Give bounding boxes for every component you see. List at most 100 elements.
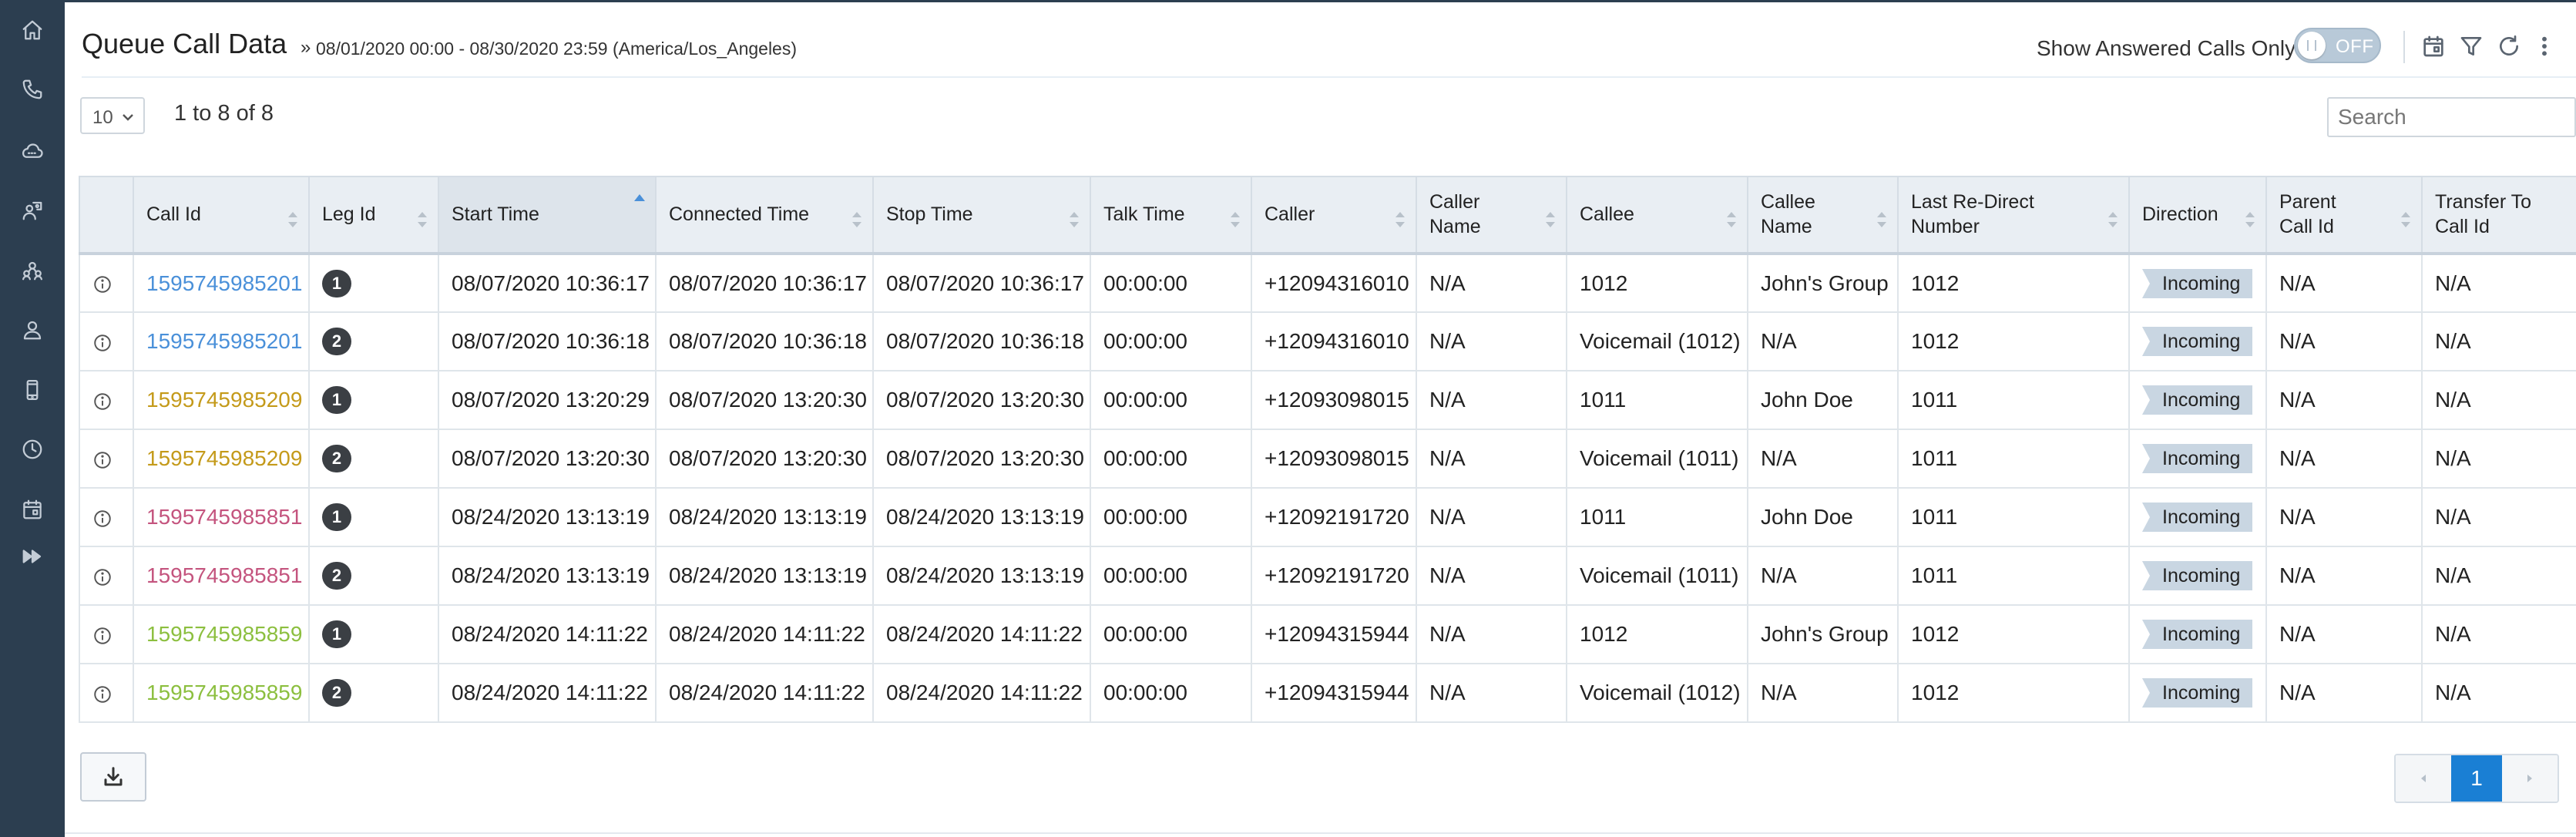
search-input[interactable] [2327,97,2576,137]
call-data-table: Call Id Leg Id Start Time Connected Time… [79,176,2576,723]
calendar-icon[interactable] [17,494,48,525]
cell-direction: Incoming [2128,370,2267,430]
table-row[interactable]: 1595745985209 2 08/07/2020 13:20:30 08/07/2… [79,429,2576,489]
cell-start-time: 08/07/2020 10:36:18 [438,311,657,371]
page-title: Queue Call Data [82,28,287,59]
cell-transfer-to: N/A [2421,546,2576,606]
user-icon[interactable] [17,314,48,345]
call-id-link[interactable]: 1595745985209 [146,388,302,412]
group-icon[interactable] [17,255,48,286]
next-page-button[interactable] [2502,755,2558,802]
cell-stop-time: 08/07/2020 10:36:18 [872,311,1091,371]
pagination: 1 [2394,754,2559,803]
call-id-link[interactable]: 1595745985859 [146,681,302,704]
cell-leg-id: 2 [308,311,439,371]
column-header-last-redirect[interactable]: Last Re-Direct Number [1897,176,2130,254]
cell-caller: +12093098015 [1251,370,1417,430]
cell-leg-id: 1 [308,487,439,547]
info-icon[interactable] [92,509,113,529]
calendar-picker-icon[interactable] [2418,31,2449,62]
table-row[interactable]: 1595745985859 1 08/24/2020 14:11:22 08/24/2… [79,604,2576,664]
clock-icon[interactable] [17,434,48,465]
call-id-link[interactable]: 1595745985201 [146,271,302,295]
column-header-start-time[interactable]: Start Time [438,176,657,254]
column-header-callee-name[interactable]: Callee Name [1747,176,1899,254]
call-data-table-wrapper: Call Id Leg Id Start Time Connected Time… [79,176,2576,723]
direction-tag: Incoming [2142,327,2253,356]
info-icon[interactable] [92,567,113,587]
cell-direction: Incoming [2128,487,2267,547]
info-icon[interactable] [92,684,113,704]
cell-last-redirect: 1012 [1897,311,2130,371]
cell-leg-id: 2 [308,546,439,606]
cell-callee: 1012 [1566,604,1748,664]
cell-callee: 1011 [1566,370,1748,430]
cell-call-id: 1595745985851 [133,487,310,547]
refresh-icon[interactable] [2494,31,2524,62]
column-label: Start Time [452,203,539,225]
table-row[interactable]: 1595745985201 1 08/07/2020 10:36:17 08/07/2… [79,253,2576,313]
page-size-select[interactable]: 10 [80,97,145,134]
column-header-call-id[interactable]: Call Id [133,176,310,254]
info-icon[interactable] [92,274,113,294]
cloud-icon[interactable] [17,135,48,166]
table-row[interactable]: 1595745985201 2 08/07/2020 10:36:18 08/07/2… [79,311,2576,371]
download-button[interactable] [80,752,146,802]
column-header-stop-time[interactable]: Stop Time [872,176,1091,254]
cell-leg-id: 2 [308,663,439,723]
cell-stop-time: 08/24/2020 14:11:22 [872,663,1091,723]
table-row[interactable]: 1595745985209 1 08/07/2020 13:20:29 08/07/2… [79,370,2576,430]
cell-direction: Incoming [2128,429,2267,489]
cell-talk-time: 00:00:00 [1090,546,1252,606]
page-number-button[interactable]: 1 [2451,755,2502,802]
column-header-parent-call-id[interactable]: Parent Call Id [2265,176,2423,254]
call-id-link[interactable]: 1595745985859 [146,622,302,646]
column-header-leg-id[interactable]: Leg Id [308,176,439,254]
home-icon[interactable] [17,15,48,45]
call-id-link[interactable]: 1595745985201 [146,329,302,353]
phone-icon[interactable] [17,74,48,105]
cell-talk-time: 00:00:00 [1090,429,1252,489]
info-icon[interactable] [92,450,113,470]
cell-direction: Incoming [2128,546,2267,606]
sort-icon [1725,210,1738,229]
info-icon[interactable] [92,392,113,412]
table-row[interactable]: 1595745985851 2 08/24/2020 13:13:19 08/24/2… [79,546,2576,606]
users-icon[interactable] [17,195,48,226]
filter-icon[interactable] [2456,31,2487,62]
previous-page-button[interactable] [2396,755,2451,802]
answered-only-label: Show Answered Calls Only [2037,36,2296,60]
info-icon[interactable] [92,333,113,353]
info-icon[interactable] [92,626,113,646]
table-row[interactable]: 1595745985851 1 08/24/2020 13:13:19 08/24/2… [79,487,2576,547]
more-options-icon[interactable] [2529,31,2560,62]
cell-callee: Voicemail (1012) [1566,663,1748,723]
leg-id-badge: 1 [322,269,351,297]
fast-forward-icon[interactable] [17,541,48,572]
column-header-talk-time[interactable]: Talk Time [1090,176,1252,254]
cell-last-redirect: 1011 [1897,429,2130,489]
table-row[interactable]: 1595745985859 2 08/24/2020 14:11:22 08/24/2… [79,663,2576,723]
direction-tag: Incoming [2142,678,2253,708]
cell-talk-time: 00:00:00 [1090,487,1252,547]
answered-only-toggle[interactable]: OFF [2294,28,2381,63]
cell-transfer-to: N/A [2421,253,2576,313]
cell-callee: Voicemail (1011) [1566,429,1748,489]
sort-icon [1229,210,1241,229]
column-header-caller[interactable]: Caller [1251,176,1417,254]
cell-info [79,370,134,430]
column-header-transfer-to[interactable]: Transfer To Call Id [2421,176,2576,254]
sort-icon [1068,210,1080,229]
call-id-link[interactable]: 1595745985851 [146,505,302,529]
sort-icon [1544,210,1557,229]
call-id-link[interactable]: 1595745985209 [146,446,302,470]
column-header-direction[interactable]: Direction [2128,176,2267,254]
call-id-link[interactable]: 1595745985851 [146,563,302,587]
cell-callee-name: John's Group [1747,253,1899,313]
cell-callee-name: John Doe [1747,487,1899,547]
column-header-callee[interactable]: Callee [1566,176,1748,254]
mobile-icon[interactable] [17,375,48,405]
column-label: Last Re-Direct Number [1911,191,2034,237]
column-header-connected-time[interactable]: Connected Time [655,176,874,254]
column-header-caller-name[interactable]: Caller Name [1416,176,1567,254]
